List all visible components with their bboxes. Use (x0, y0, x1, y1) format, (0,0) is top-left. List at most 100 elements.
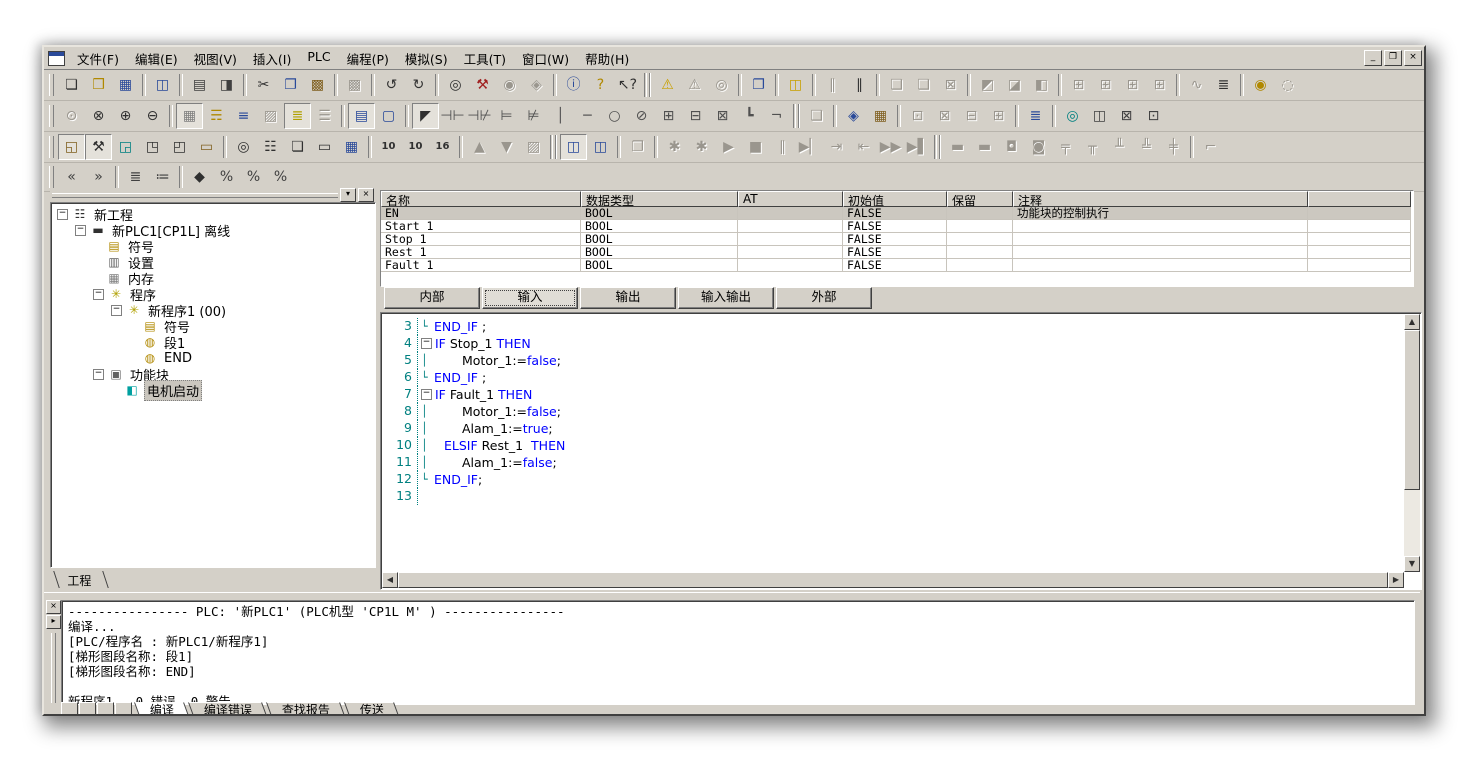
table-cell[interactable] (738, 233, 843, 246)
collapse-expander-icon[interactable]: − (93, 369, 104, 380)
force-lock-icon[interactable]: ◉ (1247, 72, 1274, 98)
app-icon[interactable] (48, 51, 65, 66)
table-cell[interactable]: EN (381, 207, 581, 220)
hscroll-thumb[interactable] (398, 572, 1388, 588)
output-window-icon[interactable]: ◰ (166, 134, 193, 160)
compile-program-check-icon[interactable]: ⚠ (654, 72, 681, 98)
workspace-menu-button[interactable]: ▾ (340, 188, 356, 202)
ci-view-icon[interactable]: ▢ (375, 103, 402, 129)
undo-icon[interactable]: ↺ (378, 72, 405, 98)
code-line[interactable]: 13 (382, 488, 1404, 505)
code-line[interactable]: 9│Alam_1:=true; (382, 420, 1404, 437)
vertical-scrollbar[interactable]: ▲ ▼ (1404, 314, 1420, 572)
delete-instruction-icon[interactable]: ⊠ (709, 103, 736, 129)
sim-run-icon[interactable]: ▶ (715, 134, 742, 160)
collapse-expander-icon[interactable]: − (57, 209, 68, 220)
table-cell[interactable] (1013, 246, 1308, 259)
copy-icon[interactable]: ❐ (277, 72, 304, 98)
download-to-plc-icon[interactable]: ❑ (883, 72, 910, 98)
show-comments-icon[interactable]: ☴ (203, 103, 230, 129)
fb-find-icon[interactable]: ◎ (230, 134, 257, 160)
force-cancel-icon[interactable]: ▨ (520, 134, 547, 160)
output-tab-查找报告[interactable]: 查找报告 (266, 702, 346, 714)
plc-io-table-icon[interactable]: ⊞ (1065, 72, 1092, 98)
output-expand-button[interactable]: ▸ (46, 615, 61, 629)
binary-monitor-icon[interactable]: ▦ (338, 134, 365, 160)
run-mode-icon[interactable]: ◧ (1028, 72, 1055, 98)
tree-item-新PLC1[CP1L] 离线[interactable]: −▬新PLC1[CP1L] 离线 (51, 222, 375, 238)
force-indent-icon[interactable]: « (58, 164, 85, 190)
simulator-online-icon[interactable]: ◫ (560, 134, 587, 160)
differential-monitor-icon[interactable]: ╤ (1052, 134, 1079, 160)
minimize-button[interactable]: _ (1364, 50, 1382, 66)
radix-decimal-icon[interactable]: 10 (375, 134, 402, 160)
output-tab-传送[interactable]: 传送 (344, 702, 400, 714)
collapse-expander-icon[interactable]: − (93, 289, 104, 300)
scroll-down-icon[interactable]: ▼ (1404, 556, 1420, 572)
menu-item-7[interactable]: 模拟(S) (397, 47, 456, 70)
clear-breakpoint-icon[interactable]: ▬ (971, 134, 998, 160)
table-cell[interactable]: FALSE (843, 233, 947, 246)
table-cell[interactable] (1308, 233, 1411, 246)
workspace-close-button[interactable]: × (358, 188, 374, 202)
sim-step-out-icon[interactable]: ⇤ (850, 134, 877, 160)
cut-rung-icon[interactable]: ¬ (763, 103, 790, 129)
simulator-transfer-icon[interactable]: ❐ (624, 134, 651, 160)
radix-signed-decimal-icon[interactable]: 10 (402, 134, 429, 160)
dialog-view-icon[interactable]: ▭ (311, 134, 338, 160)
scroll-up-icon[interactable]: ▲ (1404, 314, 1420, 330)
plc-settings-icon[interactable]: ⊞ (1092, 72, 1119, 98)
output-nav-first-button[interactable] (61, 702, 78, 714)
about-icon[interactable]: ⓘ (560, 72, 587, 98)
table-cell[interactable]: 功能块的控制执行 (1013, 207, 1308, 220)
table-cell[interactable]: FALSE (843, 246, 947, 259)
paste-icon[interactable]: ▩ (304, 72, 331, 98)
var-tab-输入输出[interactable]: 输入输出 (678, 287, 774, 309)
output-tab-编译[interactable]: 编译 (134, 702, 190, 714)
properties-window-icon[interactable]: ▭ (193, 134, 220, 160)
tree-item-电机启动[interactable]: ◧电机启动 (51, 382, 375, 398)
menu-item-6[interactable]: 编程(P) (339, 47, 397, 70)
time-chart-monitor-icon[interactable]: ∿ (1183, 72, 1210, 98)
page-preview-icon[interactable]: ◫ (149, 72, 176, 98)
table-cell[interactable] (1308, 259, 1411, 272)
table-cell[interactable]: Start_1 (381, 220, 581, 233)
new-or-contact-icon[interactable]: ⊨ (493, 103, 520, 129)
new-instruction-icon[interactable]: ⊞ (655, 103, 682, 129)
ladder-window-icon[interactable]: ☷ (257, 134, 284, 160)
window-check-icon[interactable]: ◫ (1086, 103, 1113, 129)
output-close-button[interactable]: × (46, 600, 61, 614)
menu-item-4[interactable]: 插入(I) (245, 47, 299, 70)
sim-scan-run-icon[interactable]: ▶▌ (904, 134, 931, 160)
data-trace-icon[interactable]: ≣ (1210, 72, 1237, 98)
set-breakpoint-icon[interactable]: ▬ (944, 134, 971, 160)
menu-item-2[interactable]: 编辑(E) (127, 47, 186, 70)
table-cell[interactable]: FALSE (843, 207, 947, 220)
find-check-result-icon[interactable]: ◎ (708, 72, 735, 98)
table-row[interactable]: Start_1BOOLFALSE (381, 220, 1413, 233)
new-closed-contact-icon[interactable]: ⊣⊬ (466, 103, 493, 129)
program-mode-icon[interactable]: ◩ (974, 72, 1001, 98)
collapse-expander-icon[interactable]: − (75, 225, 86, 236)
print-icon[interactable]: ▤ (186, 72, 213, 98)
code-line[interactable]: 6└END_IF ; (382, 369, 1404, 386)
table-cell[interactable]: FALSE (843, 259, 947, 272)
force-release-icon[interactable]: ◌ (1274, 72, 1301, 98)
table-cell[interactable] (947, 207, 1013, 220)
plc-error-log-icon[interactable]: ⊞ (1146, 72, 1173, 98)
sim-pause-icon[interactable]: ∥ (769, 134, 796, 160)
tree-item-符号[interactable]: ▤符号 (51, 238, 375, 254)
code-line[interactable]: 10│ELSIF Rest_1 THEN (382, 437, 1404, 454)
scroll-left-icon[interactable]: ◀ (382, 572, 398, 588)
fb-edit-window-icon[interactable]: ⚒ (85, 134, 112, 160)
show-sections-icon[interactable]: ☰ (311, 103, 338, 129)
monitor-mode-icon[interactable]: ◪ (1001, 72, 1028, 98)
plc-memory-icon[interactable]: ⊞ (1119, 72, 1146, 98)
mnemonic-view-icon[interactable]: ▤ (348, 103, 375, 129)
new-vertical-line-icon[interactable]: │ (547, 103, 574, 129)
differential-clear-icon[interactable]: ╪ (1160, 134, 1187, 160)
table-cell[interactable] (1013, 259, 1308, 272)
table-cell[interactable]: BOOL (581, 207, 738, 220)
table-cell[interactable]: BOOL (581, 220, 738, 233)
cross-reference-window-icon[interactable]: ◲ (112, 134, 139, 160)
